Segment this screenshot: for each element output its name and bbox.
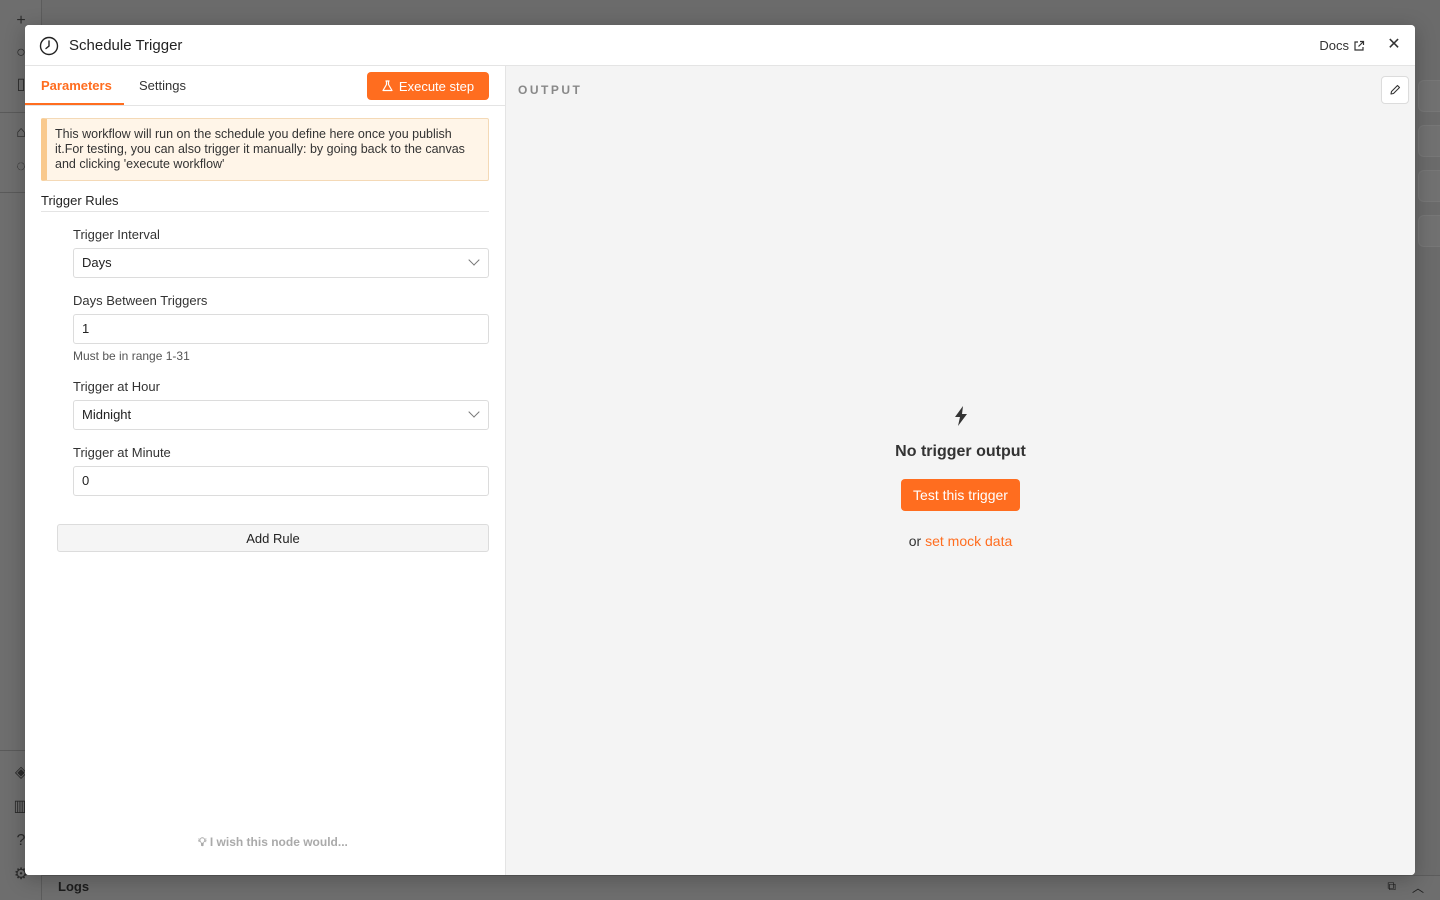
empty-output-state: No trigger output Test this trigger or s…	[506, 406, 1415, 549]
lightning-icon	[954, 406, 967, 426]
days-between-hint: Must be in range 1-31	[73, 349, 190, 363]
days-between-value: 1	[82, 321, 90, 336]
tab-settings[interactable]: Settings	[139, 78, 186, 93]
or-text: or	[908, 533, 922, 549]
docs-link[interactable]: Docs	[1319, 38, 1365, 53]
docs-label: Docs	[1319, 38, 1349, 53]
trigger-minute-input[interactable]: 0	[73, 466, 489, 496]
logs-label: Logs	[58, 879, 90, 894]
modal-header: Schedule Trigger Docs ✕	[25, 25, 1415, 66]
clock-icon	[39, 36, 59, 56]
chevron-down-icon	[468, 254, 480, 266]
feedback-label: I wish this node would...	[209, 835, 348, 849]
execute-step-label: Execute step	[398, 78, 475, 94]
days-between-input[interactable]: 1	[73, 314, 489, 344]
trigger-minute-label: Trigger at Minute	[73, 445, 171, 460]
logs-bar[interactable]: Logs ⧉ ︿	[42, 875, 1440, 900]
popout-icon[interactable]: ⧉	[1387, 879, 1396, 894]
trigger-rules-title: Trigger Rules	[41, 193, 119, 208]
lightbulb-icon: 💡︎	[198, 835, 207, 849]
schedule-notice: This workflow will run on the schedule y…	[41, 118, 489, 181]
node-modal: Schedule Trigger Docs ✕ Parameters Setti…	[25, 25, 1415, 875]
tab-parameters[interactable]: Parameters	[41, 78, 112, 93]
execute-step-button[interactable]: Execute step	[367, 72, 489, 100]
panel-tabs: Parameters Settings Execute step	[25, 66, 506, 106]
trigger-minute-value: 0	[82, 473, 90, 488]
parameters-panel: Parameters Settings Execute step This wo…	[25, 66, 506, 875]
edit-output-button[interactable]	[1381, 76, 1409, 104]
active-tab-indicator	[25, 103, 124, 105]
output-label: OUTPUT	[518, 83, 583, 97]
add-rule-button[interactable]: Add Rule	[57, 524, 489, 552]
divider	[41, 211, 489, 212]
trigger-interval-label: Trigger Interval	[73, 227, 160, 242]
flask-icon	[382, 80, 393, 92]
close-button[interactable]: ✕	[1385, 36, 1403, 54]
days-between-label: Days Between Triggers	[73, 293, 208, 308]
set-mock-data-link[interactable]: set mock data	[925, 533, 1012, 549]
output-panel: OUTPUT No trigger output Test this trigg…	[506, 66, 1415, 875]
external-link-icon	[1354, 40, 1365, 51]
feedback-link[interactable]: 💡︎ I wish this node would...	[25, 835, 521, 850]
trigger-interval-value: Days	[82, 255, 112, 270]
modal-title: Schedule Trigger	[69, 37, 183, 54]
chevron-up-icon[interactable]: ︿	[1412, 879, 1424, 896]
pencil-icon	[1390, 84, 1401, 95]
trigger-hour-select[interactable]: Midnight	[73, 400, 489, 430]
trigger-hour-label: Trigger at Hour	[73, 379, 160, 394]
chevron-down-icon	[468, 406, 480, 418]
mock-data-row: or set mock data	[506, 533, 1415, 549]
test-trigger-button[interactable]: Test this trigger	[901, 479, 1020, 511]
trigger-interval-select[interactable]: Days	[73, 248, 489, 278]
trigger-hour-value: Midnight	[82, 407, 132, 422]
empty-output-title: No trigger output	[895, 443, 1026, 460]
